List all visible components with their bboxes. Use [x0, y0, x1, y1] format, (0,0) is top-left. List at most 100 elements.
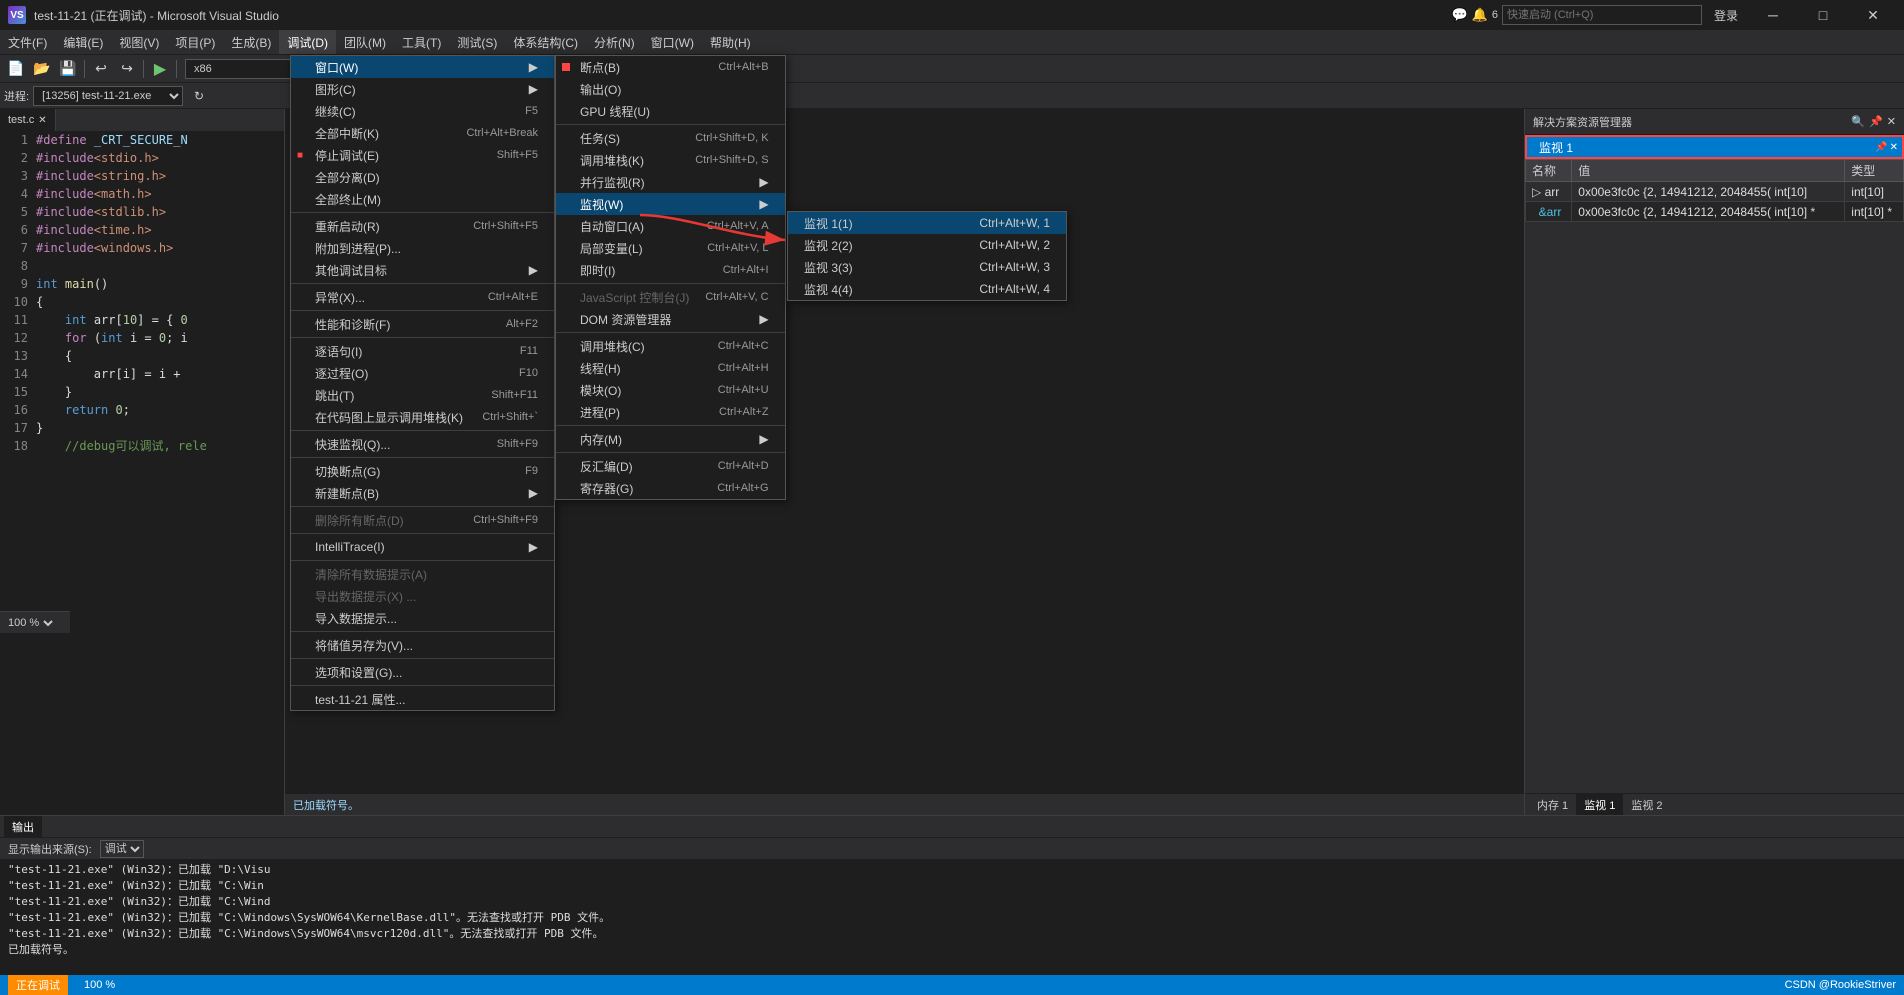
menu-help[interactable]: 帮助(H) [702, 30, 759, 54]
menu-build[interactable]: 生成(B) [223, 30, 279, 54]
watch-submenu-dropdown[interactable]: 监视 1(1) Ctrl+Alt+W, 1 监视 2(2) Ctrl+Alt+W… [787, 211, 1067, 301]
window-submenu-modules[interactable]: 模块(O) Ctrl+Alt+U [556, 379, 785, 401]
watch-row-1[interactable]: ▷ arr 0x00e3fc0c {2, 14941212, 2048455( … [1526, 182, 1904, 202]
debug-menu-restart[interactable]: 重新启动(R) Ctrl+Shift+F5 [291, 215, 554, 237]
watch-tab-watch1[interactable]: 监视 1 [1576, 794, 1623, 816]
menu-arch[interactable]: 体系结构(C) [505, 30, 586, 54]
wsep-4 [556, 425, 785, 426]
window-submenu-immediate[interactable]: 即时(I) Ctrl+Alt+I [556, 259, 785, 281]
debug-menu-save-dump[interactable]: 将储值另存为(V)... [291, 634, 554, 656]
watch-tab-watch2[interactable]: 监视 2 [1623, 794, 1670, 816]
debug-menu-properties[interactable]: test-11-21 属性... [291, 688, 554, 710]
window-submenu-parallel-watch[interactable]: 并行监视(R) ▶ [556, 171, 785, 193]
watch-3-menuitem[interactable]: 监视 3(3) Ctrl+Alt+W, 3 [788, 256, 1066, 278]
watch-pin-icon[interactable]: 📌 [1875, 142, 1887, 153]
watch-row-2[interactable]: &arr 0x00e3fc0c {2, 14941212, 2048455( i… [1526, 202, 1904, 222]
login-button[interactable]: 登录 [1714, 7, 1738, 24]
menu-window[interactable]: 窗口(W) [643, 30, 702, 54]
window-submenu-locals[interactable]: 局部变量(L) Ctrl+Alt+V, L [556, 237, 785, 259]
debug-menu-other-targets[interactable]: 其他调试目标 ▶ [291, 259, 554, 281]
debug-menu-clear-datatips: 清除所有数据提示(A) [291, 563, 554, 585]
window-submenu-memory[interactable]: 内存(M) ▶ [556, 428, 785, 450]
debug-menu-new-bp[interactable]: 新建断点(B) ▶ [291, 482, 554, 504]
menu-file[interactable]: 文件(F) [0, 30, 55, 54]
process-select[interactable]: [13256] test-11-21.exe [33, 86, 183, 106]
toolbar-open[interactable]: 📂 [30, 57, 54, 81]
toolbar-redo[interactable]: ↪ [115, 57, 139, 81]
editor-tab-testc[interactable]: test.c ✕ [0, 109, 56, 131]
debug-menu-perf[interactable]: 性能和诊断(F) Alt+F2 [291, 313, 554, 335]
window-submenu-threads[interactable]: 线程(H) Ctrl+Alt+H [556, 357, 785, 379]
watch-1-title: 监视 1 [1539, 139, 1573, 156]
window-submenu-callstack[interactable]: 调用堆栈(K) Ctrl+Shift+D, S [556, 149, 785, 171]
menu-debug[interactable]: 调试(D) [279, 30, 336, 54]
solution-explorer-close[interactable]: ✕ [1887, 115, 1896, 128]
watch-close-icon[interactable]: ✕ [1890, 142, 1898, 153]
menu-edit[interactable]: 编辑(E) [55, 30, 111, 54]
solution-explorer-search[interactable]: 🔍 [1851, 115, 1865, 128]
debug-menu-intellitrace[interactable]: IntelliTrace(I) ▶ [291, 536, 554, 558]
code-line-4: #include<math.h> [36, 185, 280, 203]
window-submenu-autos[interactable]: 自动窗口(A) Ctrl+Alt+V, A [556, 215, 785, 237]
window-submenu-callstack2[interactable]: 调用堆栈(C) Ctrl+Alt+C [556, 335, 785, 357]
debug-menu-terminate-all[interactable]: 全部终止(M) [291, 188, 554, 210]
debug-menu-attach[interactable]: 附加到进程(P)... [291, 237, 554, 259]
menu-view[interactable]: 视图(V) [111, 30, 167, 54]
output-header: 显示输出来源(S): 调试 [0, 838, 1904, 860]
process-refresh[interactable]: ↻ [187, 84, 211, 108]
watch-1-menuitem[interactable]: 监视 1(1) Ctrl+Alt+W, 1 [788, 212, 1066, 234]
window-submenu-registers[interactable]: 寄存器(G) Ctrl+Alt+G [556, 477, 785, 499]
debug-menu-step-into[interactable]: 逐语句(I) F11 [291, 340, 554, 362]
watch-tab-memory1[interactable]: 内存 1 [1529, 794, 1576, 816]
solution-explorer-pin[interactable]: 📌 [1869, 115, 1883, 128]
debug-menu-toggle-bp[interactable]: 切换断点(G) F9 [291, 460, 554, 482]
debug-menu-options[interactable]: 选项和设置(G)... [291, 661, 554, 683]
window-submenu-output[interactable]: 输出(O) [556, 78, 785, 100]
output-source-select[interactable]: 调试 [100, 840, 144, 858]
debug-menu-window[interactable]: 窗口(W) ▶ [291, 56, 554, 78]
toolbar-undo[interactable]: ↩ [89, 57, 113, 81]
debug-menu-detach-all[interactable]: 全部分离(D) [291, 166, 554, 188]
debug-menu-import-datatips[interactable]: 导入数据提示... [291, 607, 554, 629]
debug-menu-step-out[interactable]: 跳出(T) Shift+F11 [291, 384, 554, 406]
close-button[interactable]: ✕ [1850, 0, 1896, 30]
code-line-9: int main() [36, 275, 280, 293]
window-submenu-dropdown[interactable]: 断点(B) Ctrl+Alt+B 输出(O) GPU 线程(U) 任务(S) C… [555, 55, 786, 500]
watch-4-menuitem[interactable]: 监视 4(4) Ctrl+Alt+W, 4 [788, 278, 1066, 300]
output-tab[interactable]: 输出 [4, 816, 42, 838]
minimize-button[interactable]: ─ [1750, 0, 1796, 30]
menu-project[interactable]: 项目(P) [167, 30, 223, 54]
menu-tools[interactable]: 工具(T) [394, 30, 449, 54]
debug-menu-callstack-map[interactable]: 在代码图上显示调用堆栈(K) Ctrl+Shift+` [291, 406, 554, 428]
window-submenu-gpu-threads[interactable]: GPU 线程(U) [556, 100, 785, 122]
debug-menu-exceptions[interactable]: 异常(X)... Ctrl+Alt+E [291, 286, 554, 308]
window-submenu-watch[interactable]: 监视(W) ▶ [556, 193, 785, 215]
window-submenu-tasks[interactable]: 任务(S) Ctrl+Shift+D, K [556, 127, 785, 149]
debug-menu-step-over[interactable]: 逐过程(O) F10 [291, 362, 554, 384]
expand-icon-1[interactable]: ▷ [1532, 185, 1541, 199]
watch-1-tab[interactable]: 监视 1 📌 ✕ [1525, 135, 1904, 159]
maximize-button[interactable]: □ [1800, 0, 1846, 30]
debug-menu-break-all[interactable]: 全部中断(K) Ctrl+Alt+Break [291, 122, 554, 144]
window-submenu-processes[interactable]: 进程(P) Ctrl+Alt+Z [556, 401, 785, 423]
window-submenu-breakpoints[interactable]: 断点(B) Ctrl+Alt+B [556, 56, 785, 78]
status-zoom[interactable]: 100 % [84, 979, 115, 991]
window-submenu-dom[interactable]: DOM 资源管理器 ▶ [556, 308, 785, 330]
debug-menu-graphic[interactable]: 图形(C) ▶ [291, 78, 554, 100]
menu-analyze[interactable]: 分析(N) [586, 30, 643, 54]
title-bar: VS test-11-21 (正在调试) - Microsoft Visual … [0, 0, 1904, 30]
watch-2-menuitem[interactable]: 监视 2(2) Ctrl+Alt+W, 2 [788, 234, 1066, 256]
editor-tab-close[interactable]: ✕ [38, 115, 46, 126]
toolbar-save[interactable]: 💾 [56, 57, 80, 81]
debug-menu-dropdown[interactable]: 窗口(W) ▶ 图形(C) ▶ 继续(C) F5 全部中断(K) Ctrl+Al… [290, 55, 555, 711]
menu-team[interactable]: 团队(M) [336, 30, 394, 54]
debug-menu-continue[interactable]: 继续(C) F5 [291, 100, 554, 122]
window-submenu-disassembly[interactable]: 反汇编(D) Ctrl+Alt+D [556, 455, 785, 477]
debug-menu-quickwatch[interactable]: 快速监视(Q)... Shift+F9 [291, 433, 554, 455]
zoom-select[interactable]: 100 % [4, 616, 56, 630]
debug-menu-stop[interactable]: ■ 停止调试(E) Shift+F5 [291, 144, 554, 166]
menu-test[interactable]: 测试(S) [449, 30, 505, 54]
toolbar-new[interactable]: 📄 [4, 57, 28, 81]
toolbar-play[interactable]: ▶ [148, 57, 172, 81]
quick-launch-input[interactable] [1502, 5, 1702, 25]
